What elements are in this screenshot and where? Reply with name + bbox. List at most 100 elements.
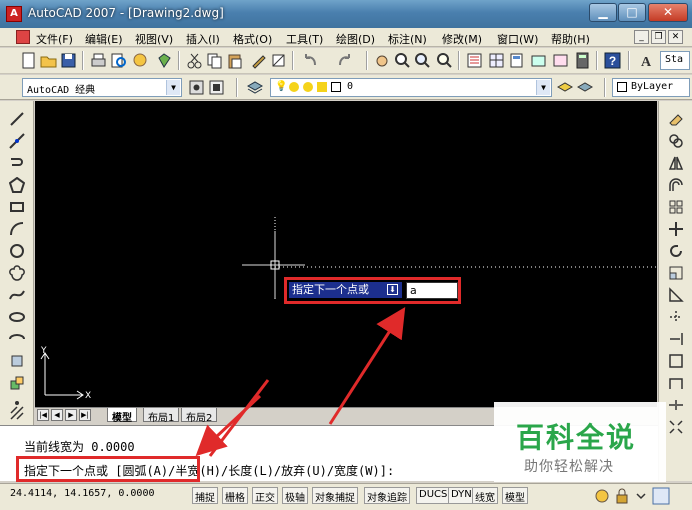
dynamic-input-field[interactable]: a <box>406 282 458 299</box>
dyn-button[interactable]: DYN <box>448 487 475 504</box>
copy-icon[interactable] <box>206 52 223 69</box>
workspace-save-icon[interactable] <box>208 79 225 96</box>
undo-icon[interactable] <box>302 52 319 69</box>
plot-icon[interactable] <box>90 52 107 69</box>
lock-toolbar-icon[interactable] <box>614 488 630 504</box>
offset-icon[interactable] <box>668 177 684 193</box>
down-arrow-icon[interactable]: ⬇ <box>387 284 398 295</box>
move-icon[interactable] <box>668 221 684 237</box>
zoom-window-icon[interactable] <box>414 52 431 69</box>
revision-cloud-icon[interactable] <box>9 265 25 281</box>
calculator-icon[interactable] <box>574 52 591 69</box>
help-icon[interactable]: ? <box>604 52 621 69</box>
workspace-combo[interactable]: AutoCAD 经典 ▼ <box>22 78 182 97</box>
menu-edit[interactable]: 编辑(E) <box>85 31 123 47</box>
sheet-set-icon[interactable] <box>530 52 547 69</box>
communication-center-icon[interactable] <box>594 488 610 504</box>
stretch-icon[interactable] <box>668 287 684 303</box>
mdi-minimize-button[interactable]: _ <box>634 30 649 44</box>
text-style-combo[interactable]: Sta <box>660 51 690 70</box>
pan-icon[interactable] <box>374 52 391 69</box>
menu-view[interactable]: 视图(V) <box>135 31 173 47</box>
open-icon[interactable] <box>40 52 57 69</box>
coordinate-display[interactable]: 24.4114, 14.1657, 0.0000 <box>10 488 155 499</box>
model-button[interactable]: 模型 <box>502 487 528 504</box>
spline-icon[interactable] <box>9 287 25 303</box>
minimize-button[interactable]: ▁ <box>589 3 617 22</box>
menu-draw[interactable]: 绘图(D) <box>336 31 375 47</box>
mirror-icon[interactable] <box>668 155 684 171</box>
design-center-icon[interactable] <box>488 52 505 69</box>
extend-icon[interactable] <box>668 331 684 347</box>
mdi-restore-button[interactable]: ❐ <box>651 30 666 44</box>
line-icon[interactable] <box>9 111 25 127</box>
linetype-combo[interactable]: ByLayer <box>612 78 690 97</box>
paste-icon[interactable] <box>226 52 243 69</box>
layer-combo[interactable]: 💡 0 ▼ <box>270 78 552 97</box>
menu-tools[interactable]: 工具(T) <box>286 31 323 47</box>
redo-icon[interactable] <box>336 52 353 69</box>
join-icon[interactable] <box>668 375 684 391</box>
tab-layout1[interactable]: 布局1 <box>143 408 180 424</box>
ellipse-icon[interactable] <box>9 309 25 325</box>
menu-file[interactable]: 文件(F) <box>36 31 73 47</box>
ducs-button[interactable]: DUCS <box>416 487 451 504</box>
layer-on-icon[interactable]: 💡 <box>275 81 287 92</box>
copy-object-icon[interactable] <box>668 133 684 149</box>
document-icon[interactable] <box>16 30 30 44</box>
menu-help[interactable]: 帮助(H) <box>551 31 590 47</box>
array-icon[interactable] <box>668 199 684 215</box>
chevron-down-icon[interactable]: ▼ <box>536 80 550 95</box>
ortho-button[interactable]: 正交 <box>252 487 278 504</box>
layer-manager-icon[interactable] <box>246 79 263 96</box>
plot-preview-icon[interactable] <box>110 52 127 69</box>
polar-button[interactable]: 极轴 <box>282 487 308 504</box>
color-swatch-icon[interactable] <box>331 82 341 92</box>
erase-icon[interactable] <box>668 111 684 127</box>
lineweight-button[interactable]: 线宽 <box>472 487 498 504</box>
workspace-settings-icon[interactable] <box>188 79 205 96</box>
next-tab-button[interactable]: ▶ <box>65 409 77 421</box>
menu-modify[interactable]: 修改(M) <box>442 31 482 47</box>
otrack-button[interactable]: 对象追踪 <box>364 487 410 504</box>
snap-button[interactable]: 捕捉 <box>192 487 218 504</box>
trim-icon[interactable] <box>668 309 684 325</box>
viewport-freeze-icon[interactable] <box>303 82 313 92</box>
zoom-previous-icon[interactable] <box>436 52 453 69</box>
prev-tab-button[interactable]: ◀ <box>51 409 63 421</box>
arc-icon[interactable] <box>9 221 25 237</box>
match-properties-icon[interactable] <box>250 52 267 69</box>
close-button[interactable]: ✕ <box>648 3 688 22</box>
maximize-button[interactable]: □ <box>618 3 646 22</box>
new-icon[interactable] <box>20 52 37 69</box>
last-tab-button[interactable]: ▶| <box>79 409 91 421</box>
insert-block-icon[interactable] <box>9 353 25 369</box>
layer-previous-icon[interactable] <box>576 79 593 96</box>
save-icon[interactable] <box>60 52 77 69</box>
explode-icon[interactable] <box>668 419 684 435</box>
polygon-icon[interactable] <box>9 177 25 193</box>
properties-icon[interactable] <box>466 52 483 69</box>
tool-palettes-icon[interactable] <box>508 52 525 69</box>
rotate-icon[interactable] <box>668 243 684 259</box>
ellipse-arc-icon[interactable] <box>9 331 25 347</box>
autocad-icon[interactable]: A <box>6 6 22 22</box>
menu-insert[interactable]: 插入(I) <box>186 31 220 47</box>
tab-model[interactable]: 模型 <box>107 408 137 424</box>
markup-icon[interactable] <box>552 52 569 69</box>
first-tab-button[interactable]: |◀ <box>37 409 49 421</box>
3d-dwf-icon[interactable] <box>156 52 173 69</box>
grid-button[interactable]: 栅格 <box>222 487 248 504</box>
text-style-icon[interactable]: A <box>638 52 655 69</box>
menu-format[interactable]: 格式(O) <box>233 31 272 47</box>
block-editor-icon[interactable] <box>270 52 287 69</box>
make-block-icon[interactable] <box>9 375 25 391</box>
lock-icon[interactable] <box>317 82 327 92</box>
cut-icon[interactable] <box>186 52 203 69</box>
publish-icon[interactable] <box>132 52 149 69</box>
hatch-icon[interactable] <box>9 405 25 421</box>
scale-icon[interactable] <box>668 265 684 281</box>
polyline-icon[interactable] <box>9 155 25 171</box>
circle-icon[interactable] <box>9 243 25 259</box>
make-current-layer-icon[interactable] <box>556 79 573 96</box>
